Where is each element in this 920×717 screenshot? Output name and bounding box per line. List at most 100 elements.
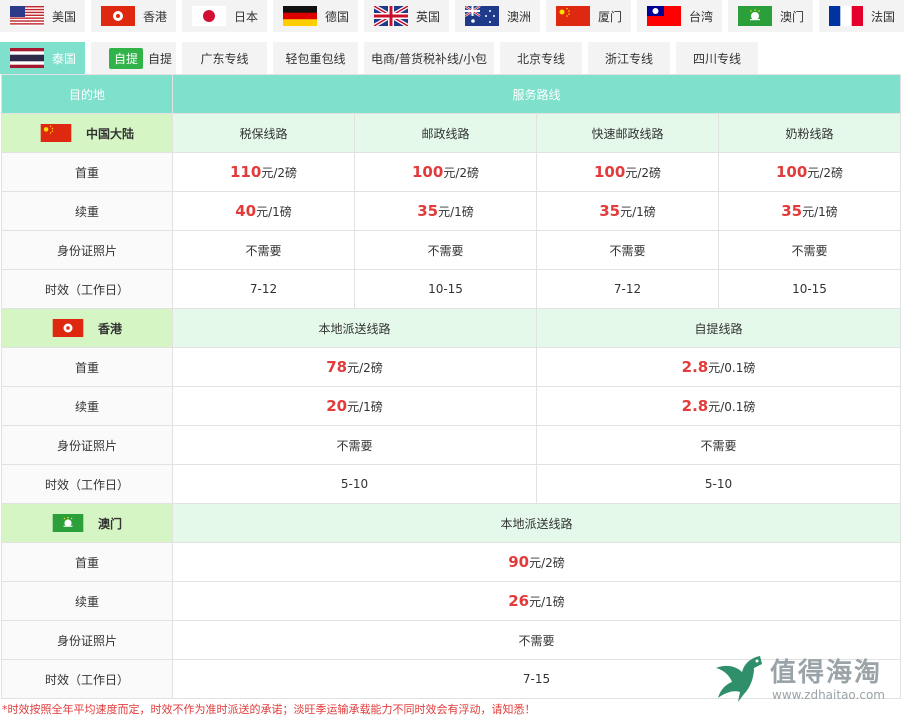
price-value: 100 <box>776 163 808 181</box>
jp-flag-icon <box>192 6 226 26</box>
pickup-badge: 自提 <box>109 47 144 69</box>
route-name: 自提线路 <box>535 308 902 348</box>
table-cell: 10-15 <box>354 269 537 309</box>
us-flag-icon <box>10 6 44 26</box>
price-unit: 元/1磅 <box>438 205 474 219</box>
price-unit: 元/2磅 <box>261 166 297 180</box>
country-tab-3[interactable]: 德国 <box>273 0 358 32</box>
route-tab-4[interactable]: 电商/普货税补线/小包 <box>364 42 494 74</box>
price-unit: 元/0.1磅 <box>708 400 756 414</box>
country-tab-7[interactable]: 台湾 <box>637 0 722 32</box>
country-tab-label: 澳洲 <box>507 9 532 24</box>
cn-flag-icon <box>556 6 590 26</box>
price-unit: 元/1磅 <box>256 205 292 219</box>
country-tab-label: 法国 <box>871 9 896 24</box>
route-name: 奶粉线路 <box>717 113 902 153</box>
hk-flag-icon <box>52 319 84 337</box>
region-name: 香港 <box>97 321 122 336</box>
cn-flag-icon <box>40 124 72 142</box>
country-tab-1[interactable]: 香港 <box>91 0 176 32</box>
region-label[interactable]: 澳门 <box>1 503 173 543</box>
table-header-row: 目的地 服务路线 <box>1 74 902 114</box>
table-row: 首重 78元/2磅 2.8元/0.1磅 <box>1 347 902 387</box>
price-value: 40 <box>235 202 257 220</box>
table-cell: 不需要 <box>717 230 902 270</box>
price-value: 100 <box>594 163 626 181</box>
table-cell: 7-12 <box>536 269 719 309</box>
price-unit: 元/0.1磅 <box>708 361 756 375</box>
route-tab-0[interactable]: 泰国 <box>0 42 85 74</box>
price-value: 2.8 <box>681 358 709 376</box>
table-cell: 20元/1磅 <box>172 386 537 426</box>
footnote: *时效按照全年平均速度而定，时效不作为准时派送的承诺；淡旺季运输承载能力不同时效… <box>2 703 536 716</box>
route-name: 快速邮政线路 <box>536 113 719 153</box>
price-unit: 元/2磅 <box>529 556 565 570</box>
table-row: 时效（工作日） 7-12 10-15 7-12 10-15 <box>1 269 902 309</box>
row-label: 首重 <box>1 152 173 192</box>
row-label: 时效（工作日） <box>1 464 173 504</box>
bird-logo-icon <box>716 656 762 702</box>
route-tab-3[interactable]: 轻包重包线 <box>273 42 358 74</box>
country-tab-label: 德国 <box>325 9 350 24</box>
country-tab-label: 澳门 <box>780 9 805 24</box>
country-tab-2[interactable]: 日本 <box>182 0 267 32</box>
route-tab-7[interactable]: 四川专线 <box>676 42 758 74</box>
route-tab-label: 电商/普货税补线/小包 <box>370 51 488 66</box>
row-label: 身份证照片 <box>1 620 173 660</box>
table-cell: 不需要 <box>535 425 902 465</box>
table-row: 续重 26元/1磅 <box>1 581 902 621</box>
route-tab-label: 北京专线 <box>516 51 565 66</box>
table-cell: 不需要 <box>172 230 355 270</box>
table-row: 身份证照片 不需要 不需要 不需要 不需要 <box>1 230 902 270</box>
country-tab-9[interactable]: 法国 <box>819 0 904 32</box>
price-unit: 元/2磅 <box>625 166 661 180</box>
table-row: 时效（工作日） 5-10 5-10 <box>1 464 902 504</box>
table-row: 身份证照片 不需要 不需要 <box>1 425 902 465</box>
table-row: 首重 90元/2磅 <box>1 542 902 582</box>
price-value: 35 <box>599 202 621 220</box>
route-tab-label: 广东专线 <box>200 51 249 66</box>
table-cell: 不需要 <box>172 425 537 465</box>
price-value: 26 <box>508 592 530 610</box>
price-value: 78 <box>326 358 348 376</box>
table-row: 首重 110元/2磅 100元/2磅 100元/2磅 100元/2磅 <box>1 152 902 192</box>
table-cell: 90元/2磅 <box>171 542 902 582</box>
row-label: 首重 <box>1 347 173 387</box>
route-tab-1[interactable]: 自提 自提 <box>91 42 176 74</box>
route-tab-6[interactable]: 浙江专线 <box>588 42 670 74</box>
country-tab-label: 美国 <box>52 9 77 24</box>
country-tab-5[interactable]: 澳洲 <box>455 0 540 32</box>
row-label: 身份证照片 <box>1 425 173 465</box>
table-cell: 不需要 <box>354 230 537 270</box>
region-label[interactable]: 香港 <box>1 308 173 348</box>
price-value: 35 <box>781 202 803 220</box>
price-value: 90 <box>508 553 530 571</box>
row-label: 身份证照片 <box>1 230 173 270</box>
price-value: 20 <box>326 397 348 415</box>
table-cell: 26元/1磅 <box>171 581 902 621</box>
country-tab-6[interactable]: 厦门 <box>546 0 631 32</box>
row-label: 续重 <box>1 191 173 231</box>
route-tab-label: 浙江专线 <box>604 51 653 66</box>
table-cell: 35元/1磅 <box>717 191 902 231</box>
country-tab-label: 厦门 <box>598 9 623 24</box>
route-tab-5[interactable]: 北京专线 <box>500 42 582 74</box>
table-cell: 不需要 <box>536 230 719 270</box>
table-row: 续重 40元/1磅 35元/1磅 35元/1磅 35元/1磅 <box>1 191 902 231</box>
country-tab-0[interactable]: 美国 <box>0 0 85 32</box>
route-tabs: 泰国 自提 自提 广东专线 轻包重包线 电商/普货税补线/小包 北京专线 浙江专线 四川专线 <box>0 42 764 74</box>
route-tab-2[interactable]: 广东专线 <box>182 42 267 74</box>
price-unit: 元/1磅 <box>529 595 565 609</box>
route-tab-label: 轻包重包线 <box>285 51 346 66</box>
country-tab-label: 台湾 <box>689 9 714 24</box>
mo-flag-icon <box>52 514 84 532</box>
price-value: 2.8 <box>681 397 709 415</box>
destination-header: 目的地 <box>1 74 173 114</box>
table-cell: 100元/2磅 <box>717 152 902 192</box>
country-tab-4[interactable]: 英国 <box>364 0 449 32</box>
th-flag-icon <box>10 48 44 68</box>
region-label[interactable]: 中国大陆 <box>1 113 173 153</box>
row-label: 时效（工作日） <box>1 269 173 309</box>
region-row: 澳门 本地派送线路 <box>1 503 902 543</box>
country-tab-8[interactable]: 澳门 <box>728 0 813 32</box>
